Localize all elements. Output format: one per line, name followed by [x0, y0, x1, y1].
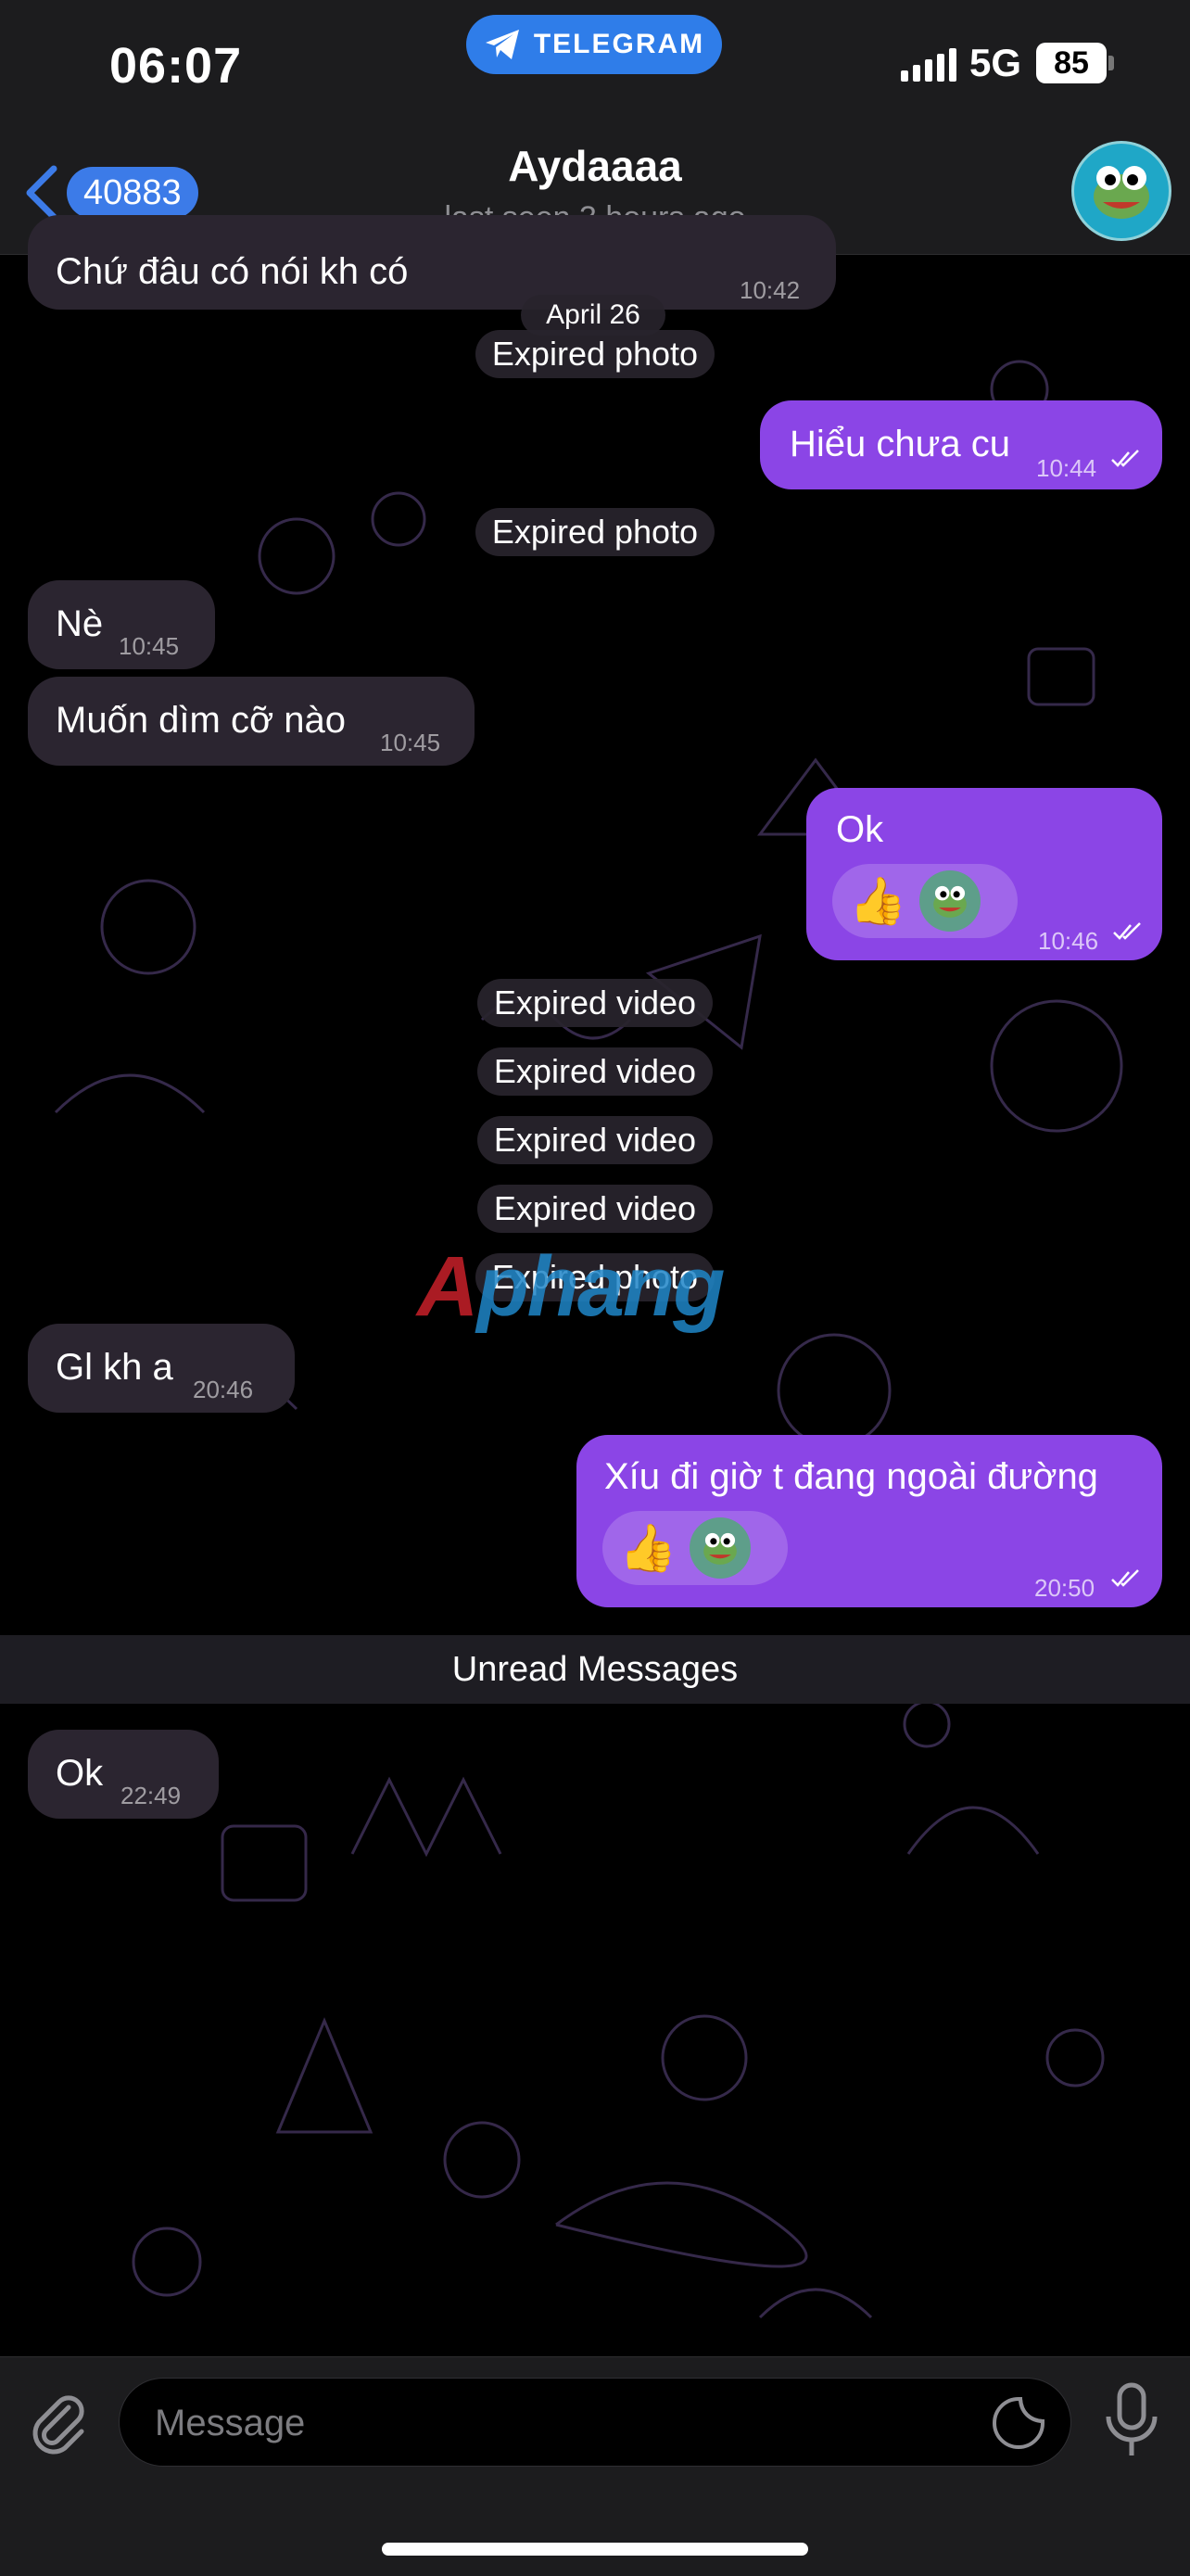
telegram-plane-icon [485, 30, 519, 59]
double-check-icon [1111, 450, 1139, 467]
message-time: 20:46 [193, 1376, 254, 1403]
message-text: Chứ đâu có nói kh có [56, 251, 409, 292]
message-time: 22:49 [120, 1782, 182, 1809]
message-input[interactable] [153, 2379, 954, 2468]
network-type: 5G [969, 41, 1022, 84]
chat-title[interactable]: Aydaaaa [0, 141, 1190, 191]
service-expired-video[interactable]: Expired video [0, 1047, 1190, 1096]
clock: 06:07 [109, 38, 243, 94]
thumbs-up-reaction: 👍 [619, 1522, 677, 1574]
service-expired-photo[interactable]: Expired photo [0, 330, 1190, 378]
paperclip-icon[interactable] [26, 2389, 93, 2455]
service-expired-video[interactable]: Expired video [0, 979, 1190, 1027]
microphone-icon[interactable] [1099, 2379, 1164, 2463]
service-expired-photo[interactable]: Expired photo [0, 508, 1190, 556]
message-bubble-incoming[interactable]: Nè 10:45 [28, 580, 215, 669]
telegram-pill-label: TELEGRAM [533, 29, 705, 59]
service-text: Expired video [476, 1185, 714, 1233]
message-time: 10:46 [1038, 927, 1099, 955]
message-text: Xíu đi giờ t đang ngoài đường [604, 1456, 1098, 1497]
service-expired-video[interactable]: Expired video [0, 1185, 1190, 1233]
service-text: Expired video [476, 979, 714, 1027]
status-bar: 06:07 TELEGRAM 5G 85 [0, 0, 1190, 130]
service-text: Expired video [476, 1116, 714, 1164]
sticker-icon[interactable] [989, 2393, 1048, 2453]
service-text: Expired video [476, 1047, 714, 1096]
home-indicator [382, 2543, 808, 2556]
frog-avatar-icon [933, 885, 968, 918]
message-bubble-incoming[interactable]: Gl kh a 20:46 [28, 1324, 295, 1413]
message-text: Gl kh a [56, 1347, 173, 1388]
reaction-chip[interactable]: 👍 [602, 1511, 788, 1585]
message-time: 20:50 [1034, 1574, 1095, 1602]
message-text: Ok [836, 809, 884, 850]
message-bubble-outgoing[interactable]: Ok 👍 10:46 [806, 788, 1162, 960]
message-text: Muốn dìm cỡ nào [56, 700, 347, 741]
watermark-logo: Aphang [417, 1239, 725, 1334]
message-time: 10:44 [1036, 454, 1097, 482]
unread-messages-divider: Unread Messages [0, 1635, 1190, 1704]
message-bubble-incoming[interactable]: Chứ đâu có nói kh có 10:42 [28, 215, 836, 310]
service-expired-video[interactable]: Expired video [0, 1116, 1190, 1164]
message-text: Nè [56, 603, 104, 644]
thumbs-up-reaction: 👍 [849, 875, 907, 927]
frog-avatar-icon [703, 1532, 738, 1565]
message-text: Hiểu chưa cu [790, 424, 1011, 464]
message-text: Ok [56, 1753, 104, 1794]
message-bubble-outgoing[interactable]: Hiểu chưa cu 10:44 [760, 400, 1162, 489]
reactor-avatar [919, 870, 981, 932]
double-check-icon [1113, 922, 1141, 940]
service-text: Expired photo [475, 330, 715, 378]
battery-tip [1108, 56, 1114, 70]
message-bubble-incoming[interactable]: Muốn dìm cỡ nào 10:45 [28, 677, 475, 766]
telegram-pill[interactable]: TELEGRAM [466, 15, 722, 74]
double-check-icon [1111, 1569, 1139, 1587]
frog-avatar-icon [1094, 166, 1149, 219]
message-time: 10:42 [740, 276, 801, 304]
reactor-avatar [690, 1517, 752, 1579]
message-bubble-incoming[interactable]: Ok 22:49 [28, 1730, 219, 1819]
message-bubble-outgoing[interactable]: Xíu đi giờ t đang ngoài đường 👍 20:50 [576, 1435, 1162, 1607]
message-time: 10:45 [380, 729, 441, 756]
signal-icon [901, 48, 956, 82]
reaction-chip[interactable]: 👍 [832, 864, 1018, 938]
contact-avatar[interactable] [1071, 141, 1171, 241]
message-time: 10:45 [119, 632, 180, 660]
battery-icon: 85 [1036, 43, 1107, 83]
service-text: Expired photo [475, 508, 715, 556]
message-input-bar [0, 2356, 1190, 2576]
message-field[interactable] [119, 2378, 1071, 2468]
